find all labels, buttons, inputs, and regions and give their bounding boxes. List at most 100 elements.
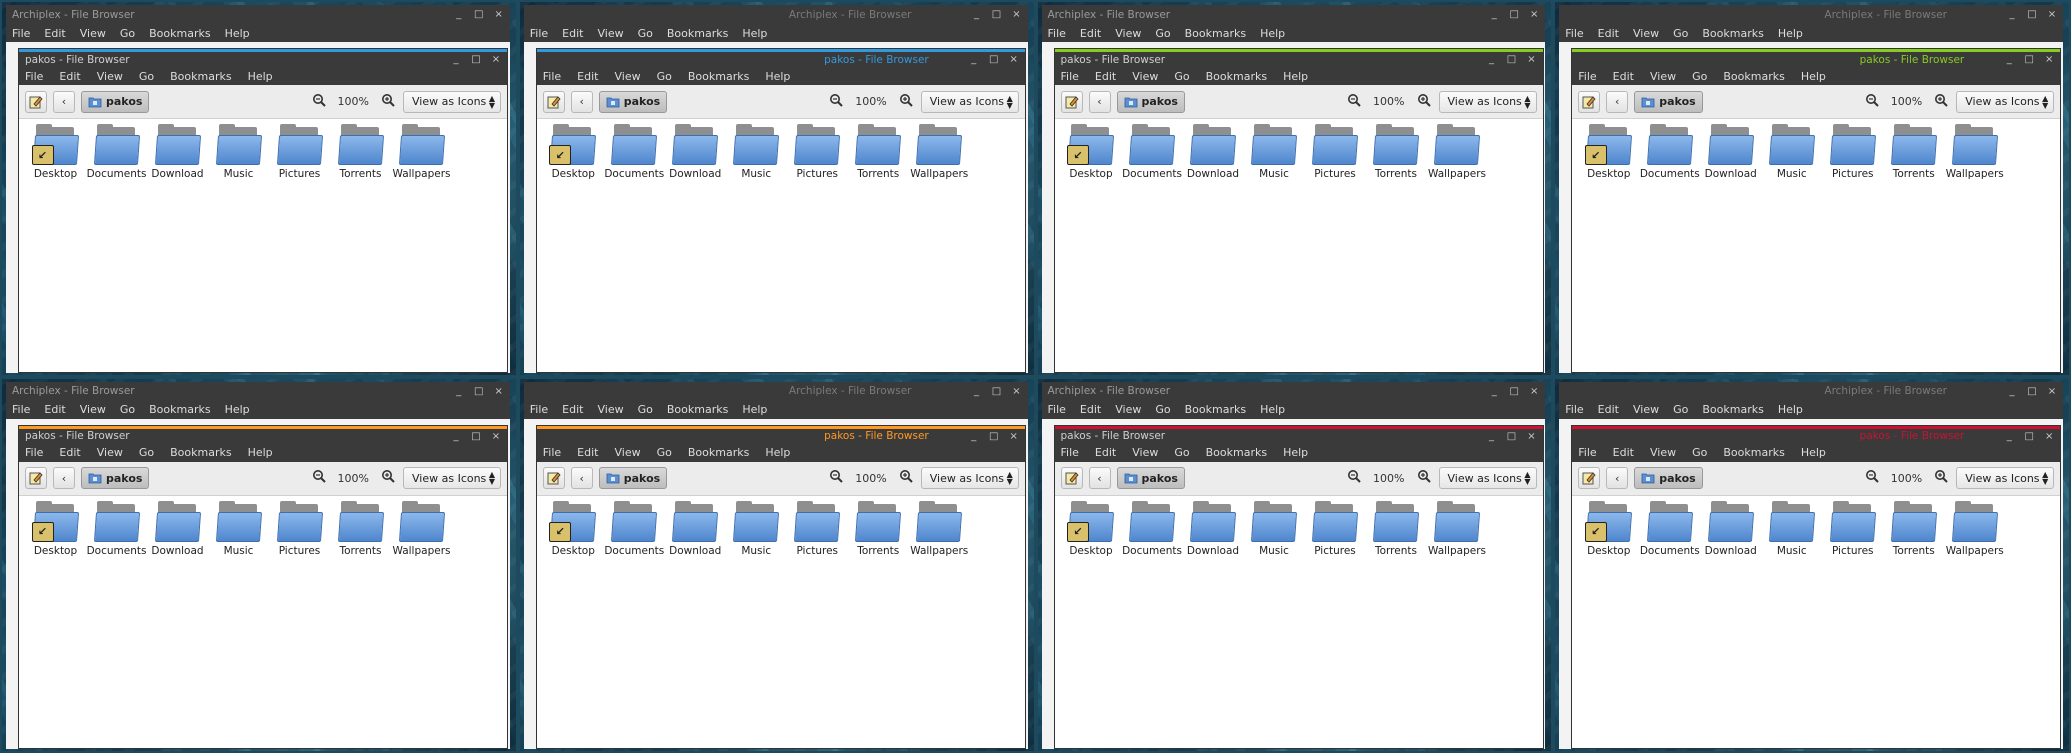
- menu-go[interactable]: Go: [120, 403, 135, 416]
- menu-help[interactable]: Help: [225, 27, 250, 40]
- background-window-titlebar[interactable]: Archiplex - File Browser _ □ ×: [1559, 5, 2063, 24]
- folder-item-documents[interactable]: Documents: [86, 124, 147, 180]
- menu-edit[interactable]: Edit: [562, 27, 583, 40]
- maximize-icon[interactable]: □: [474, 9, 484, 20]
- folder-item-torrents[interactable]: Torrents: [330, 500, 391, 557]
- path-bar-pakos[interactable]: pakos: [81, 90, 150, 113]
- folder-item-torrents[interactable]: Torrents: [848, 124, 909, 180]
- menu-view[interactable]: View: [1115, 403, 1141, 416]
- menu-edit[interactable]: Edit: [1613, 446, 1634, 459]
- menu-view[interactable]: View: [97, 70, 123, 83]
- menu-view[interactable]: View: [1650, 70, 1676, 83]
- menu-bookmarks[interactable]: Bookmarks: [170, 446, 231, 459]
- menu-file[interactable]: File: [25, 70, 43, 83]
- menu-help[interactable]: Help: [1283, 70, 1308, 83]
- folder-item-documents[interactable]: Documents: [86, 500, 147, 557]
- edit-location-button[interactable]: [1578, 467, 1601, 489]
- zoom-out-icon[interactable]: [310, 93, 328, 111]
- maximize-icon[interactable]: □: [1507, 54, 1517, 65]
- menu-help[interactable]: Help: [1801, 70, 1826, 83]
- maximize-icon[interactable]: □: [2027, 386, 2037, 397]
- folder-item-music[interactable]: Music: [208, 500, 269, 557]
- menu-go[interactable]: Go: [1155, 403, 1170, 416]
- zoom-out-icon[interactable]: [1345, 93, 1363, 111]
- view-mode-select[interactable]: View as Icons ▲ ▼: [1438, 90, 1537, 113]
- maximize-icon[interactable]: □: [2024, 431, 2034, 442]
- close-icon[interactable]: ×: [1012, 386, 1022, 397]
- zoom-out-icon[interactable]: [827, 469, 845, 487]
- folder-item-desktop[interactable]: ↙ Desktop: [1578, 500, 1639, 557]
- menu-help[interactable]: Help: [1283, 446, 1308, 459]
- menu-file[interactable]: File: [530, 403, 548, 416]
- menu-go[interactable]: Go: [139, 70, 154, 83]
- folder-item-pictures[interactable]: Pictures: [1822, 500, 1883, 557]
- maximize-icon[interactable]: □: [2027, 9, 2037, 20]
- folder-item-wallpapers[interactable]: Wallpapers: [1944, 500, 2005, 557]
- folder-item-desktop[interactable]: ↙ Desktop: [543, 500, 604, 557]
- folder-item-documents[interactable]: Documents: [1122, 500, 1183, 557]
- background-window-titlebar[interactable]: Archiplex - File Browser _ □ ×: [523, 5, 1028, 24]
- menu-help[interactable]: Help: [1260, 27, 1285, 40]
- maximize-icon[interactable]: □: [1509, 386, 1519, 397]
- maximize-icon[interactable]: □: [1507, 431, 1517, 442]
- menu-bookmarks[interactable]: Bookmarks: [1185, 27, 1246, 40]
- edit-location-button[interactable]: [1060, 90, 1083, 113]
- file-browser-window[interactable]: pakos - File Browser _ □ × File Edit Vie…: [1053, 48, 1544, 373]
- folder-item-desktop[interactable]: ↙ Desktop: [25, 500, 86, 557]
- window-titlebar[interactable]: pakos - File Browser _ □ ×: [1572, 52, 2061, 67]
- edit-location-button[interactable]: [1060, 467, 1083, 489]
- folder-item-wallpapers[interactable]: Wallpapers: [909, 124, 970, 180]
- menu-view[interactable]: View: [1132, 446, 1158, 459]
- path-bar-pakos[interactable]: pakos: [81, 467, 150, 489]
- folder-item-documents[interactable]: Documents: [1122, 124, 1183, 180]
- close-icon[interactable]: ×: [1527, 431, 1537, 442]
- close-icon[interactable]: ×: [1529, 386, 1539, 397]
- edit-location-button[interactable]: [542, 90, 565, 113]
- minimize-icon[interactable]: _: [1487, 431, 1497, 442]
- view-mode-select[interactable]: View as Icons ▲ ▼: [920, 90, 1019, 113]
- menu-file[interactable]: File: [25, 446, 43, 459]
- edit-location-button[interactable]: [542, 467, 565, 489]
- close-icon[interactable]: ×: [1527, 54, 1537, 65]
- menu-view[interactable]: View: [97, 446, 123, 459]
- folder-item-pictures[interactable]: Pictures: [1822, 124, 1883, 180]
- menu-file[interactable]: File: [1061, 446, 1079, 459]
- view-mode-select[interactable]: View as Icons ▲ ▼: [403, 467, 501, 489]
- edit-location-button[interactable]: [25, 467, 47, 489]
- zoom-in-icon[interactable]: [1932, 93, 1950, 111]
- menu-edit[interactable]: Edit: [1598, 27, 1619, 40]
- close-icon[interactable]: ×: [2047, 386, 2057, 397]
- folder-item-wallpapers[interactable]: Wallpapers: [391, 500, 452, 557]
- minimize-icon[interactable]: _: [454, 386, 464, 397]
- background-window-titlebar[interactable]: Archiplex - File Browser _ □ ×: [6, 381, 510, 401]
- path-bar-pakos[interactable]: pakos: [1116, 467, 1185, 489]
- menu-help[interactable]: Help: [1778, 27, 1803, 40]
- back-button[interactable]: ‹: [1088, 90, 1111, 113]
- menu-go[interactable]: Go: [657, 70, 672, 83]
- folder-item-music[interactable]: Music: [726, 124, 787, 180]
- menu-edit[interactable]: Edit: [1080, 27, 1101, 40]
- menu-help[interactable]: Help: [248, 446, 273, 459]
- folder-item-pictures[interactable]: Pictures: [787, 500, 848, 557]
- menu-edit[interactable]: Edit: [1613, 70, 1634, 83]
- folder-item-torrents[interactable]: Torrents: [848, 500, 909, 557]
- close-icon[interactable]: ×: [2044, 431, 2054, 442]
- file-browser-window[interactable]: pakos - File Browser _ □ × File Edit Vie…: [1571, 424, 2062, 749]
- folder-item-desktop[interactable]: ↙ Desktop: [1061, 500, 1122, 557]
- maximize-icon[interactable]: □: [992, 386, 1002, 397]
- back-button[interactable]: ‹: [1606, 467, 1629, 489]
- zoom-in-icon[interactable]: [1932, 469, 1950, 487]
- zoom-out-icon[interactable]: [827, 93, 845, 111]
- folder-item-pictures[interactable]: Pictures: [269, 124, 330, 180]
- back-button[interactable]: ‹: [1606, 90, 1629, 113]
- menu-help[interactable]: Help: [225, 403, 250, 416]
- zoom-in-icon[interactable]: [379, 469, 397, 487]
- menu-edit[interactable]: Edit: [1598, 403, 1619, 416]
- window-titlebar[interactable]: pakos - File Browser _ □ ×: [19, 428, 507, 444]
- menu-go[interactable]: Go: [638, 27, 653, 40]
- close-icon[interactable]: ×: [494, 386, 504, 397]
- menu-view[interactable]: View: [1633, 403, 1659, 416]
- zoom-in-icon[interactable]: [379, 93, 397, 111]
- menu-go[interactable]: Go: [1673, 403, 1688, 416]
- menu-bookmarks[interactable]: Bookmarks: [1206, 70, 1267, 83]
